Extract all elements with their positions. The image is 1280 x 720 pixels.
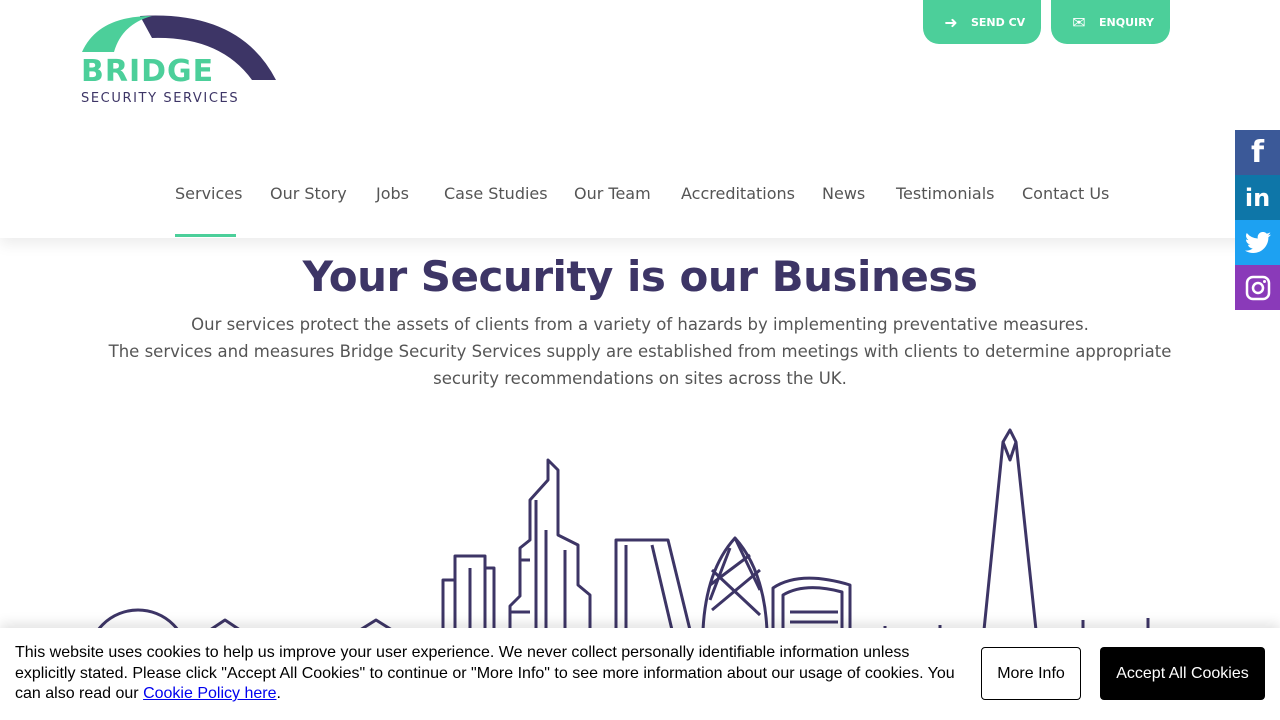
send-cv-button[interactable]: ➜ SEND CV xyxy=(923,0,1041,44)
nav-item-case-studies[interactable]: Case Studies xyxy=(444,184,548,203)
logo-wordmark: BRIDGE xyxy=(81,54,215,89)
nav-item-our-story[interactable]: Our Story xyxy=(270,184,347,203)
twitter-icon xyxy=(1244,231,1271,253)
send-cv-label: SEND CV xyxy=(971,15,1026,29)
nav-item-our-team[interactable]: Our Team xyxy=(574,184,651,203)
instagram-link[interactable] xyxy=(1235,265,1280,310)
nav-item-accreditations[interactable]: Accreditations xyxy=(681,184,795,203)
enquiry-label: ENQUIRY xyxy=(1099,15,1154,29)
cookie-policy-link[interactable]: Cookie Policy here xyxy=(143,685,276,702)
cookie-banner: This website uses cookies to help us imp… xyxy=(0,628,1280,720)
active-nav-underline xyxy=(175,234,236,237)
twitter-link[interactable] xyxy=(1235,220,1280,265)
facebook-link[interactable]: f xyxy=(1235,130,1280,175)
main-nav: Services Our Story Jobs Case Studies Our… xyxy=(0,176,1280,238)
nav-item-services[interactable]: Services xyxy=(175,184,242,203)
logo-tagline: SECURITY SERVICES xyxy=(81,91,240,106)
linkedin-link[interactable]: in xyxy=(1235,175,1280,220)
enquiry-button[interactable]: ✉ ENQUIRY xyxy=(1051,0,1170,44)
arrow-right-icon: ➜ xyxy=(944,12,958,32)
instagram-icon xyxy=(1245,275,1270,300)
hero-line-1: Our services protect the assets of clien… xyxy=(191,315,1089,334)
hero-description: Our services protect the assets of clien… xyxy=(100,311,1180,392)
envelope-icon: ✉ xyxy=(1072,12,1086,32)
facebook-icon: f xyxy=(1250,135,1265,170)
site-header: BRIDGE SECURITY SERVICES ➜ SEND CV ✉ ENQ… xyxy=(0,0,1280,238)
hero-line-2: The services and measures Bridge Securit… xyxy=(108,342,1172,388)
nav-item-testimonials[interactable]: Testimonials xyxy=(896,184,995,203)
accept-all-cookies-button[interactable]: Accept All Cookies xyxy=(1100,647,1265,700)
cookie-message: This website uses cookies to help us imp… xyxy=(15,643,965,705)
london-skyline-illustration xyxy=(96,428,1150,630)
more-info-button[interactable]: More Info xyxy=(981,647,1081,700)
nav-item-jobs[interactable]: Jobs xyxy=(376,184,409,203)
nav-item-news[interactable]: News xyxy=(822,184,865,203)
linkedin-icon: in xyxy=(1244,183,1271,212)
logo[interactable]: BRIDGE SECURITY SERVICES xyxy=(80,14,280,110)
nav-item-contact-us[interactable]: Contact Us xyxy=(1022,184,1109,203)
page-title: Your Security is our Business xyxy=(302,252,978,301)
cookie-text-end: . xyxy=(276,685,281,702)
